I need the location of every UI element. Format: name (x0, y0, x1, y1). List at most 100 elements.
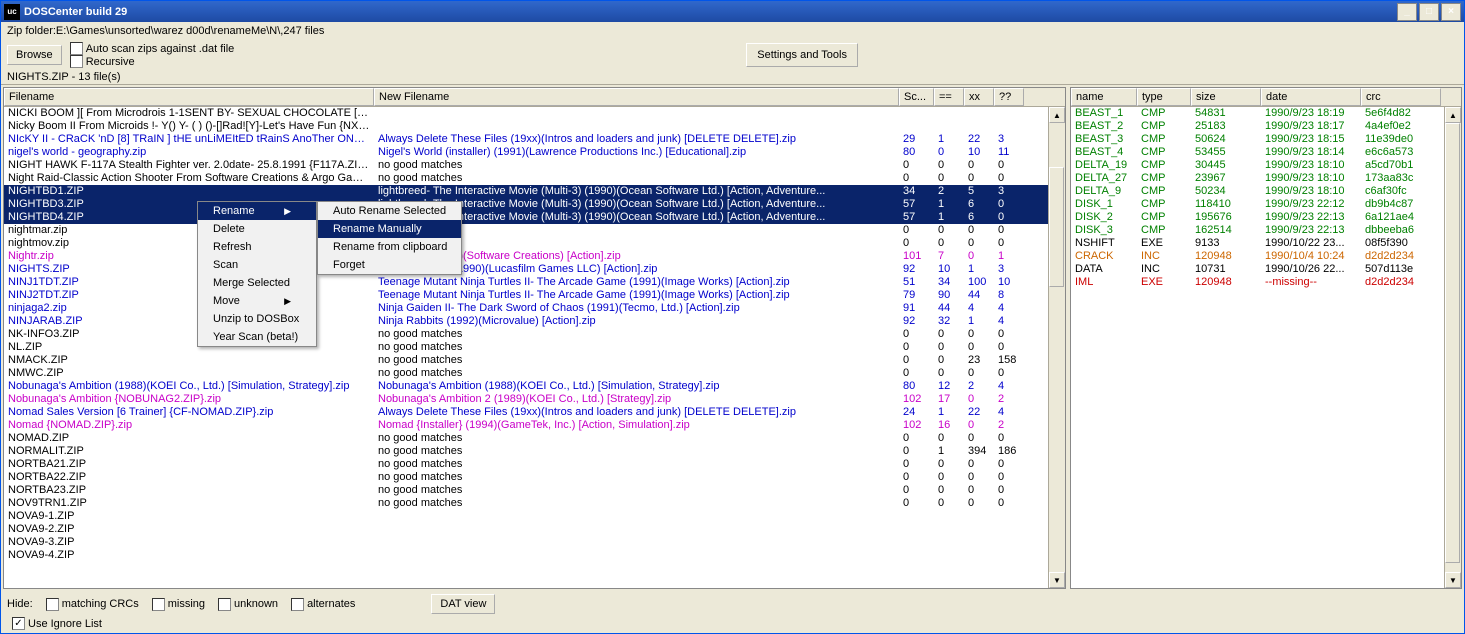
col-newfilename[interactable]: New Filename (374, 88, 899, 106)
table-row[interactable]: NL.ZIPno good matches0000 (4, 341, 1048, 354)
col-[interactable]: ?? (994, 88, 1024, 106)
table-row[interactable]: NIGHTBD4.ZIPlightbreed- The Interactive … (4, 211, 1048, 224)
left-scrollbar[interactable]: ▲ ▼ (1048, 107, 1065, 588)
table-row[interactable]: NIcKY II - CRaCK 'nD [8] TRaIN ] tHE unL… (4, 133, 1048, 146)
table-row[interactable]: DISK_3CMP1625141990/9/23 22:13dbbeeba6 (1071, 224, 1444, 237)
table-row[interactable]: BEAST_3CMP506241990/9/23 18:1511e39de0 (1071, 133, 1444, 146)
ctx-rename-clipboard[interactable]: Rename from clipboard (318, 238, 461, 256)
settings-button[interactable]: Settings and Tools (746, 43, 858, 67)
table-row[interactable]: NIGHTS.ZIPNight Shift [a2] (1990)(Lucasf… (4, 263, 1048, 276)
use-ignore-label: Use Ignore List (28, 618, 102, 630)
table-row[interactable]: Nobunaga's Ambition (1988)(KOEI Co., Ltd… (4, 380, 1048, 393)
scroll-thumb[interactable] (1049, 167, 1064, 287)
table-row[interactable]: NSHIFTEXE91331990/10/22 23...08f5f390 (1071, 237, 1444, 250)
table-row[interactable]: NMWC.ZIPno good matches0000 (4, 367, 1048, 380)
table-row[interactable]: NORTBA23.ZIPno good matches0000 (4, 484, 1048, 497)
scroll-down-button[interactable]: ▼ (1049, 572, 1065, 588)
table-row[interactable]: NORMALIT.ZIPno good matches01394186 (4, 445, 1048, 458)
ctx-move[interactable]: Move▶ (198, 292, 316, 310)
minimize-button[interactable]: _ (1397, 3, 1417, 21)
table-row[interactable]: NIGHTBD3.ZIPlightbreed- The Interactive … (4, 198, 1048, 211)
col-filename[interactable]: Filename (4, 88, 374, 106)
table-row[interactable]: DELTA_27CMP239671990/9/23 18:10173aa83c (1071, 172, 1444, 185)
table-row[interactable]: NOMAD.ZIPno good matches0000 (4, 432, 1048, 445)
table-row[interactable]: NK-INFO3.ZIPno good matches0000 (4, 328, 1048, 341)
table-row[interactable]: Nomad Sales Version [6 Trainer] {CF-NOMA… (4, 406, 1048, 419)
table-row[interactable]: DELTA_19CMP304451990/9/23 18:10a5cd70b1 (1071, 159, 1444, 172)
ctx-auto-rename[interactable]: Auto Rename Selected (318, 202, 461, 220)
table-row[interactable]: NOVA9-3.ZIP (4, 536, 1048, 549)
table-row[interactable]: BEAST_4CMP534551990/9/23 18:14e6c6a573 (1071, 146, 1444, 159)
table-row[interactable]: Nomad {NOMAD.ZIP}.zipNomad {Installer} (… (4, 419, 1048, 432)
hide-alternates-checkbox[interactable] (291, 598, 304, 611)
table-row[interactable]: nightmar.zip0000 (4, 224, 1048, 237)
col-crc[interactable]: crc (1361, 88, 1441, 106)
right-scrollbar[interactable]: ▲ ▼ (1444, 107, 1461, 588)
table-row[interactable]: Nightr.zip[SWR][a1] (1993)(Software Crea… (4, 250, 1048, 263)
table-row[interactable]: NOVA9-2.ZIP (4, 523, 1048, 536)
table-row[interactable]: NICKI BOOM ][ From Microdrois 1-1SENT BY… (4, 107, 1048, 120)
ctx-rename[interactable]: Rename▶ (198, 202, 316, 220)
col-[interactable]: == (934, 88, 964, 106)
scroll-thumb[interactable] (1445, 123, 1460, 563)
table-row[interactable]: BEAST_2CMP251831990/9/23 18:174a4ef0e2 (1071, 120, 1444, 133)
table-row[interactable]: NOV9TRN1.ZIPno good matches0000 (4, 497, 1048, 510)
table-row[interactable]: NIGHT HAWK F-117A Stealth Fighter ver. 2… (4, 159, 1048, 172)
col-sc[interactable]: Sc... (899, 88, 934, 106)
table-row[interactable]: IMLEXE120948--missing--d2d2d234 (1071, 276, 1444, 289)
maximize-button[interactable]: □ (1419, 3, 1439, 21)
close-button[interactable]: × (1441, 3, 1461, 21)
ctx-yearscan[interactable]: Year Scan (beta!) (198, 328, 316, 346)
hide-unknown-checkbox[interactable] (218, 598, 231, 611)
table-row[interactable]: NINJARAB.ZIPNinja Rabbits (1992)(Microva… (4, 315, 1048, 328)
table-row[interactable]: NORTBA22.ZIPno good matches0000 (4, 471, 1048, 484)
hide-alternates-label: alternates (307, 598, 355, 610)
recursive-checkbox[interactable] (70, 55, 83, 68)
ctx-forget[interactable]: Forget (318, 256, 461, 274)
table-row[interactable]: NINJ2TDT.ZIPTeenage Mutant Ninja Turtles… (4, 289, 1048, 302)
col-date[interactable]: date (1261, 88, 1361, 106)
table-row[interactable]: NIGHTBD1.ZIPlightbreed- The Interactive … (4, 185, 1048, 198)
table-row[interactable]: NOVA9-1.ZIP (4, 510, 1048, 523)
col-xx[interactable]: xx (964, 88, 994, 106)
ctx-delete[interactable]: Delete (198, 220, 316, 238)
dat-view-button[interactable]: DAT view (431, 594, 495, 614)
ctx-merge[interactable]: Merge Selected (198, 274, 316, 292)
table-row[interactable]: DELTA_9CMP502341990/9/23 18:10c6af30fc (1071, 185, 1444, 198)
left-table-body[interactable]: NICKI BOOM ][ From Microdrois 1-1SENT BY… (4, 107, 1048, 588)
scroll-up-button[interactable]: ▲ (1049, 107, 1065, 123)
table-row[interactable]: NMACK.ZIPno good matches0023158 (4, 354, 1048, 367)
ctx-rename-manually[interactable]: Rename Manually (318, 220, 461, 238)
context-submenu[interactable]: Auto Rename Selected Rename Manually Ren… (317, 201, 462, 275)
ctx-refresh[interactable]: Refresh (198, 238, 316, 256)
right-table-body[interactable]: BEAST_1CMP548311990/9/23 18:195e6f4d82BE… (1071, 107, 1444, 588)
table-row[interactable]: DISK_2CMP1956761990/9/23 22:136a121ae4 (1071, 211, 1444, 224)
table-row[interactable]: DISK_1CMP1184101990/9/23 22:12db9b4c87 (1071, 198, 1444, 211)
context-menu[interactable]: Rename▶ Delete Refresh Scan Merge Select… (197, 201, 317, 347)
table-row[interactable]: BEAST_1CMP548311990/9/23 18:195e6f4d82 (1071, 107, 1444, 120)
use-ignore-checkbox[interactable]: ✓ (12, 617, 25, 630)
table-row[interactable]: CRACKINC1209481990/10/4 10:24d2d2d234 (1071, 250, 1444, 263)
scroll-up-button[interactable]: ▲ (1445, 107, 1461, 123)
col-size[interactable]: size (1191, 88, 1261, 106)
col-type[interactable]: type (1137, 88, 1191, 106)
table-row[interactable]: Night Raid-Classic Action Shooter From S… (4, 172, 1048, 185)
table-row[interactable]: nigel's world - geography.zipNigel's Wor… (4, 146, 1048, 159)
scroll-down-button[interactable]: ▼ (1445, 572, 1461, 588)
autoscan-checkbox[interactable] (70, 42, 83, 55)
browse-button[interactable]: Browse (7, 45, 62, 65)
table-row[interactable]: nightmov.zipes0000 (4, 237, 1048, 250)
col-name[interactable]: name (1071, 88, 1137, 106)
table-row[interactable]: NOVA9-4.ZIP (4, 549, 1048, 562)
table-row[interactable]: NINJ1TDT.ZIPTeenage Mutant Ninja Turtles… (4, 276, 1048, 289)
table-row[interactable]: ninjaga2.zipNinja Gaiden II- The Dark Sw… (4, 302, 1048, 315)
ctx-scan[interactable]: Scan (198, 256, 316, 274)
table-row[interactable]: NORTBA21.ZIPno good matches0000 (4, 458, 1048, 471)
hide-missing-checkbox[interactable] (152, 598, 165, 611)
ctx-unzip[interactable]: Unzip to DOSBox (198, 310, 316, 328)
app-icon: uc (4, 4, 20, 20)
table-row[interactable]: Nobunaga's Ambition {NOBUNAG2.ZIP}.zipNo… (4, 393, 1048, 406)
hide-matchcrc-checkbox[interactable] (46, 598, 59, 611)
table-row[interactable]: Nicky Boom II From Microids !- Y() Y- ( … (4, 120, 1048, 133)
table-row[interactable]: DATAINC107311990/10/26 22...507d113e (1071, 263, 1444, 276)
